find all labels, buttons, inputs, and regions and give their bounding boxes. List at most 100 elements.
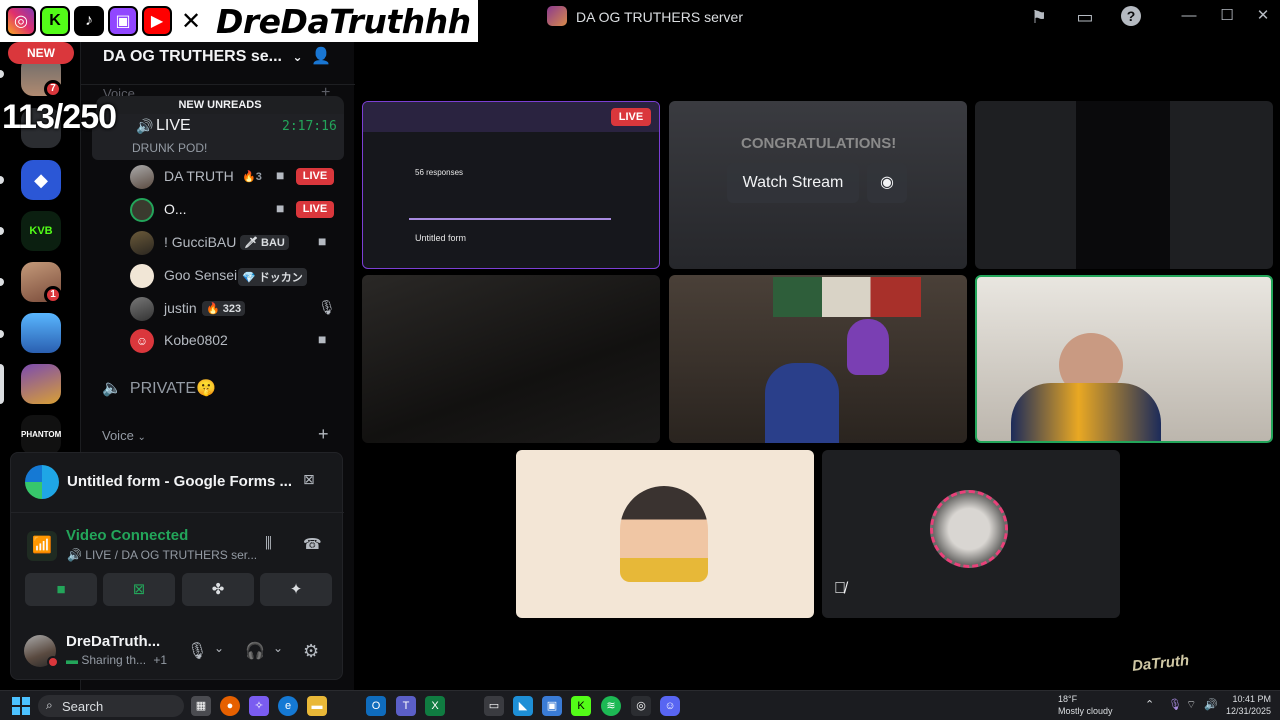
search-label: Search <box>62 699 104 714</box>
new-unreads-bar[interactable]: NEW UNREADS <box>96 96 344 114</box>
volume-icon[interactable]: 🔊 <box>1204 698 1218 711</box>
server-icon-6[interactable] <box>21 364 61 404</box>
maximize-button[interactable]: ☐ <box>1212 4 1242 28</box>
stop-stream-icon[interactable]: ⊠ <box>303 471 323 491</box>
tray-chevron-icon[interactable]: ⌃ <box>1145 698 1154 711</box>
stream-tile-congrats[interactable]: CONGRATULATIONS! Watch Stream ◉ <box>669 101 967 269</box>
photos-icon[interactable]: ◣ <box>513 696 533 716</box>
clock[interactable]: 10:41 PM 12/31/2025 <box>1226 693 1271 717</box>
outlook-icon[interactable]: O <box>366 696 386 716</box>
create-channel-icon[interactable]: + <box>318 424 329 445</box>
status-dot <box>47 656 59 668</box>
twitch-icon: ▣ <box>108 6 138 36</box>
taskbar-search[interactable]: ⌕ Search <box>38 695 184 717</box>
add-member-icon[interactable]: 👤 <box>309 46 333 70</box>
mention-badge: 7 <box>44 80 62 98</box>
voice-user-da-truth[interactable]: DA TRUTH 🔥3 ■ LIVE <box>130 163 338 191</box>
inbox-flag-icon[interactable]: ⚑ <box>1028 6 1050 28</box>
teams-icon[interactable]: T <box>396 696 416 716</box>
voice-channel-live[interactable]: 🔊 LIVE 2:17:16 DRUNK POD! <box>92 114 344 160</box>
server-icon-kvb[interactable]: KVB <box>21 211 61 251</box>
user-name: Kobe0802 <box>164 332 228 348</box>
firefox-icon[interactable]: ● <box>220 696 240 716</box>
person <box>765 363 839 443</box>
task-view-icon[interactable]: ▦ <box>191 696 211 716</box>
voice-user-kobe[interactable]: ☺ Kobe0802 ■ <box>130 327 338 355</box>
spotify-icon[interactable]: ≋ <box>601 696 621 716</box>
chevron-down-icon[interactable]: ⌄ <box>214 641 224 655</box>
watch-preview-icon[interactable]: ◉ <box>867 163 907 203</box>
voice-user-o[interactable]: O... ■ LIVE <box>130 196 338 224</box>
avatar <box>130 165 154 189</box>
chevron-down-icon: ⌄ <box>292 50 303 64</box>
discord-icon: ☺ <box>130 329 154 353</box>
category-voice[interactable]: Voice ⌄ <box>102 428 146 443</box>
user-name[interactable]: DreDaTruth... <box>66 633 160 650</box>
kick-icon[interactable]: K <box>571 696 591 716</box>
live-badge: LIVE <box>296 168 334 185</box>
connection-title[interactable]: Video Connected <box>66 527 188 544</box>
unread-pip <box>0 227 4 235</box>
server-header[interactable]: DA OG TRUTHERS se... ⌄ <box>103 48 303 66</box>
server-icon-5[interactable] <box>21 313 61 353</box>
noise-suppression-icon[interactable]: ⫼ <box>265 535 272 552</box>
unread-pip <box>0 176 4 184</box>
activities-button[interactable]: ✤ <box>182 573 254 606</box>
voice-user-justin[interactable]: justin 🔥 323 🎙 <box>130 295 338 323</box>
avatar-tile-user[interactable]: 🎙̸ <box>822 450 1120 618</box>
server-icon <box>547 6 567 26</box>
video-tile-speaking[interactable] <box>975 275 1273 443</box>
user-name: O... <box>164 201 187 217</box>
disconnect-icon[interactable]: ☎ <box>303 535 322 553</box>
mic-tray-icon[interactable]: 🎙 <box>1168 698 1182 711</box>
chevron-down-icon[interactable]: ⌄ <box>273 641 283 655</box>
headphones-icon[interactable]: 🎧 <box>245 641 265 661</box>
server-icon-phantoms[interactable]: PHANTOMS <box>21 415 61 455</box>
camera-icon: ■ <box>276 200 285 216</box>
kick-icon: K <box>40 6 70 36</box>
goal-counter: 113/250 <box>2 98 117 136</box>
camera-button[interactable]: ■ <box>25 573 97 606</box>
video-tile-room[interactable] <box>362 275 660 443</box>
inbox-icon[interactable]: ▭ <box>1074 6 1096 28</box>
file-explorer-icon[interactable]: ▬ <box>307 696 327 716</box>
camera-icon: ■ <box>318 331 327 347</box>
edge-icon[interactable]: e <box>278 696 298 716</box>
screen-share-button[interactable]: ⊠ <box>103 573 175 606</box>
discord-icon[interactable]: ☺ <box>660 696 680 716</box>
camera-icon: ■ <box>276 167 285 183</box>
settings-gear-icon[interactable]: ⚙ <box>303 641 319 662</box>
video-tile-flag[interactable] <box>669 275 967 443</box>
close-button[interactable]: ✕ <box>1248 4 1278 28</box>
excel-icon[interactable]: X <box>425 696 445 716</box>
user-tag: 🔥 323 <box>202 301 246 316</box>
server-icon-3[interactable]: ◆ <box>21 160 61 200</box>
soundboard-button[interactable]: ✦ <box>260 573 332 606</box>
weather-widget[interactable]: 18°F Mostly cloudy <box>1058 693 1113 717</box>
signal-icon[interactable]: 📶 <box>27 531 57 561</box>
microphone-icon[interactable]: 🎙 <box>187 641 207 661</box>
form-accent <box>409 218 611 220</box>
locked-speaker-icon: 🔈 <box>102 380 122 397</box>
voice-user-goo-sensei[interactable]: Goo Sensei 💎 ドッカン <box>130 262 338 290</box>
wifi-icon[interactable]: ⌔ <box>1186 698 1196 712</box>
watch-stream-button[interactable]: Watch Stream <box>727 163 859 203</box>
voice-user-guccibau[interactable]: ! GucciBAU 🗡 BAU ■ <box>130 229 338 257</box>
connection-subtitle[interactable]: 🔊 LIVE / DA OG TRUTHERS ser... <box>67 548 257 562</box>
user-name: Goo Sensei <box>164 267 238 283</box>
video-tile-empty[interactable] <box>975 101 1273 269</box>
help-icon[interactable]: ? <box>1121 6 1141 26</box>
windows-start-icon[interactable] <box>12 697 30 715</box>
copilot-icon[interactable]: ✧ <box>249 696 269 716</box>
avatar-tile-goo-sensei[interactable] <box>516 450 814 618</box>
voice-panel: Untitled form - Google Forms ... ⊠ 📶 Vid… <box>10 452 344 681</box>
new-pill[interactable]: NEW <box>8 42 74 64</box>
user-area: DreDaTruth... ▬ Sharing th... +1 🎙 ⌄ 🎧 ⌄… <box>11 625 344 681</box>
voice-channel-private[interactable]: 🔈 PRIVATE🤫 <box>102 378 216 398</box>
minimize-button[interactable]: — <box>1174 4 1204 28</box>
activities-icon: ✤ <box>211 581 225 598</box>
obs-icon[interactable]: ◎ <box>631 696 651 716</box>
gallery-icon[interactable]: ▣ <box>542 696 562 716</box>
app-icon[interactable]: ▭ <box>484 696 504 716</box>
stream-tile-forms[interactable]: 56 responses Untitled form LIVE <box>362 101 660 269</box>
